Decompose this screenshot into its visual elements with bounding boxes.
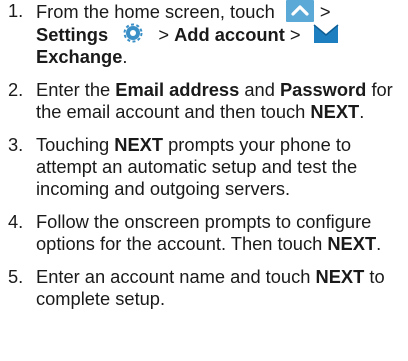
step-number: 3. [8, 134, 24, 155]
step-text: From the home screen, touch [36, 1, 275, 22]
step-bold-text: Add account [174, 24, 285, 45]
step-bold-text: NEXT [315, 266, 365, 287]
step-text: and [244, 79, 275, 100]
step-text: Enter an account name and touch [36, 266, 311, 287]
instruction-list: 1. From the home screen, touch > Setting… [0, 0, 408, 310]
step-number: 1. [8, 0, 24, 21]
step-text: Enter the [36, 79, 111, 100]
step-4: 4. Follow the onscreen prompts to config… [0, 211, 408, 255]
step-text: > [289, 24, 301, 45]
settings-gear-icon [119, 23, 147, 45]
step-bold-text: NEXT [310, 101, 360, 122]
step-number: 4. [8, 211, 24, 232]
step-5: 5. Enter an account name and touch NEXT … [0, 266, 408, 310]
step-3: 3. Touching NEXT prompts your phone to a… [0, 134, 408, 200]
step-text: > [158, 24, 169, 45]
step-text: . [122, 46, 128, 67]
step-number: 5. [8, 266, 24, 287]
apps-chevron-icon [285, 0, 314, 22]
step-text: . [376, 233, 382, 254]
step-text: . [359, 101, 365, 122]
exchange-mail-icon [312, 23, 340, 45]
step-bold-text: Password [279, 79, 367, 100]
step-bold-text: NEXT [114, 134, 164, 155]
step-1: 1. From the home screen, touch > Setting… [0, 0, 408, 68]
step-bold-text: Email address [115, 79, 240, 100]
step-bold-text: Exchange [36, 46, 123, 67]
step-bold-text: Settings [36, 24, 109, 45]
step-text: Follow the onscreen prompts to configure… [36, 211, 372, 254]
step-text: > [319, 1, 331, 22]
step-number: 2. [8, 79, 24, 100]
step-bold-text: NEXT [327, 233, 377, 254]
step-text: Touching [36, 134, 110, 155]
step-2: 2. Enter the Email address and Password … [0, 79, 408, 123]
